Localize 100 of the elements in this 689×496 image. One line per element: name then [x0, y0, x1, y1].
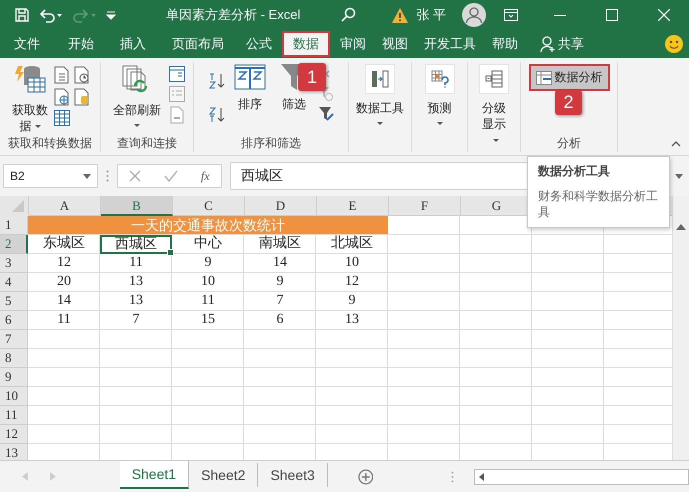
table-cell-text: 14 — [56, 292, 72, 310]
properties-icon — [169, 86, 185, 102]
expand-formula-icon[interactable] — [675, 174, 683, 178]
row-header[interactable]: 8 — [0, 349, 28, 368]
step-number-tooltip: 2 — [555, 90, 582, 115]
sheet-tab[interactable]: Sheet2 — [189, 463, 258, 487]
save-icon[interactable] — [14, 7, 30, 23]
outline-button[interactable]: 分级显示 — [474, 64, 514, 148]
person-add-icon[interactable] — [540, 36, 556, 52]
web-file-icon[interactable] — [54, 88, 70, 106]
more-icon — [451, 470, 454, 482]
row-header[interactable]: 9 — [0, 368, 28, 387]
sort-button[interactable]: 排序 — [230, 64, 270, 112]
text-file-icon[interactable] — [54, 66, 70, 84]
column-header[interactable]: B — [101, 196, 173, 216]
table-cell-text: 13 — [128, 273, 144, 291]
maximize-icon[interactable] — [606, 9, 618, 21]
ribbon-tab[interactable]: 视图 — [380, 32, 410, 56]
row-header[interactable]: 4 — [0, 273, 28, 292]
row-header[interactable]: 3 — [0, 254, 28, 273]
row-header[interactable]: 1 — [0, 216, 28, 235]
sheet-tab[interactable]: Sheet1 — [120, 461, 190, 489]
group-label: 获取和转换数据 — [7, 135, 93, 152]
avatar-icon[interactable] — [462, 3, 486, 27]
ribbon-tab[interactable]: 插入 — [118, 32, 148, 56]
customize-caret-icon[interactable] — [106, 10, 116, 20]
ribbon-tab[interactable]: 审阅 — [338, 32, 368, 56]
database-file-icon[interactable] — [74, 88, 90, 106]
merged-title-cell: 一天的交通事故次数统计 — [28, 216, 388, 234]
data-tools-icon — [365, 64, 395, 94]
table-cell-text: 12 — [344, 273, 360, 291]
advanced-filter-icon[interactable] — [318, 106, 334, 122]
queries-pane-icon[interactable] — [169, 66, 185, 82]
insert-function-button[interactable]: fx — [200, 168, 210, 184]
table-cell-text: 9 — [204, 254, 212, 272]
sort-ascending-icon[interactable] — [208, 72, 226, 90]
row-header[interactable]: 11 — [0, 406, 28, 425]
ribbon-tab[interactable]: 帮助 — [490, 32, 520, 56]
table-cell-text: 7 — [132, 311, 140, 329]
column-header[interactable]: F — [389, 196, 461, 216]
close-icon[interactable] — [658, 9, 670, 21]
undo-icon[interactable] — [38, 7, 64, 23]
enter-check-icon[interactable] — [164, 170, 178, 182]
smiley-icon[interactable] — [665, 35, 683, 53]
ribbon-tab[interactable]: 开发工具 — [422, 32, 478, 56]
scroll-up-icon[interactable] — [676, 224, 686, 230]
table-cell-text: 13 — [128, 292, 144, 310]
more-icon — [106, 170, 109, 182]
ribbon-tab[interactable]: 开始 — [66, 32, 96, 56]
row-header[interactable]: 7 — [0, 330, 28, 349]
table-cell-text: 北城区 — [330, 235, 374, 253]
table-cell-text: 12 — [56, 254, 72, 272]
get-data-button[interactable]: 获取数据 — [10, 64, 50, 134]
ribbon-tab[interactable]: 页面布局 — [170, 32, 226, 56]
table-cell-text: 东城区 — [42, 235, 86, 253]
row-header[interactable]: 2 — [0, 235, 28, 254]
sort-descending-icon[interactable] — [208, 106, 226, 124]
window-title: 单因素方差分析 - Excel — [166, 6, 300, 24]
search-icon[interactable] — [340, 7, 356, 23]
table-cell-text: 14 — [272, 254, 288, 272]
horizontal-scrollbar[interactable] — [474, 468, 689, 484]
row-header[interactable]: 13 — [0, 444, 28, 460]
collapse-ribbon-icon[interactable] — [671, 141, 681, 147]
row-header[interactable]: 12 — [0, 425, 28, 444]
row-header[interactable]: 6 — [0, 311, 28, 330]
table-cell-text: 13 — [344, 311, 360, 329]
table-cell-text: 11 — [128, 254, 144, 272]
table-cell-text: 20 — [56, 273, 72, 291]
ribbon-display-icon[interactable] — [504, 9, 518, 21]
sort-icon — [234, 64, 266, 90]
name-box[interactable]: B2 — [3, 164, 98, 188]
table-cell-text: 6 — [276, 311, 284, 329]
table-cell-text: 7 — [276, 292, 284, 310]
data-analysis-button[interactable]: 数据分析 — [528, 64, 610, 91]
warning-icon — [392, 8, 408, 22]
refresh-all-button[interactable]: 全部刷新 — [109, 64, 165, 127]
sheet-tab[interactable]: Sheet3 — [258, 463, 328, 487]
tooltip-title: 数据分析工具 — [538, 163, 611, 180]
table-cell-text: 9 — [276, 273, 284, 291]
share-button[interactable]: 共享 — [556, 35, 584, 53]
data-tools-button[interactable]: 数据工具 — [352, 64, 408, 125]
ribbon-tab[interactable]: 文件 — [12, 32, 42, 56]
table-cell-text: 11 — [56, 311, 72, 329]
ribbon-tab[interactable]: 数据 — [282, 31, 330, 57]
scroll-left-icon[interactable] — [479, 472, 484, 480]
add-sheet-icon[interactable] — [358, 468, 374, 484]
group-label: 分析 — [556, 135, 582, 152]
user-name[interactable]: 张 平 — [416, 6, 446, 24]
dropdown-caret-icon[interactable] — [83, 174, 91, 178]
table-cell-text: 南城区 — [258, 235, 302, 253]
group-label: 查询和连接 — [116, 135, 178, 152]
ribbon-tab[interactable]: 公式 — [244, 32, 274, 56]
table-cell: 西城区 — [100, 235, 172, 254]
recent-file-icon[interactable] — [74, 66, 90, 84]
edit-links-icon — [169, 106, 185, 124]
row-header[interactable]: 5 — [0, 292, 28, 311]
forecast-button[interactable]: 预测 — [420, 64, 460, 125]
table-cell-text: 11 — [200, 292, 216, 310]
table-icon[interactable] — [54, 110, 70, 126]
row-header[interactable]: 10 — [0, 387, 28, 406]
